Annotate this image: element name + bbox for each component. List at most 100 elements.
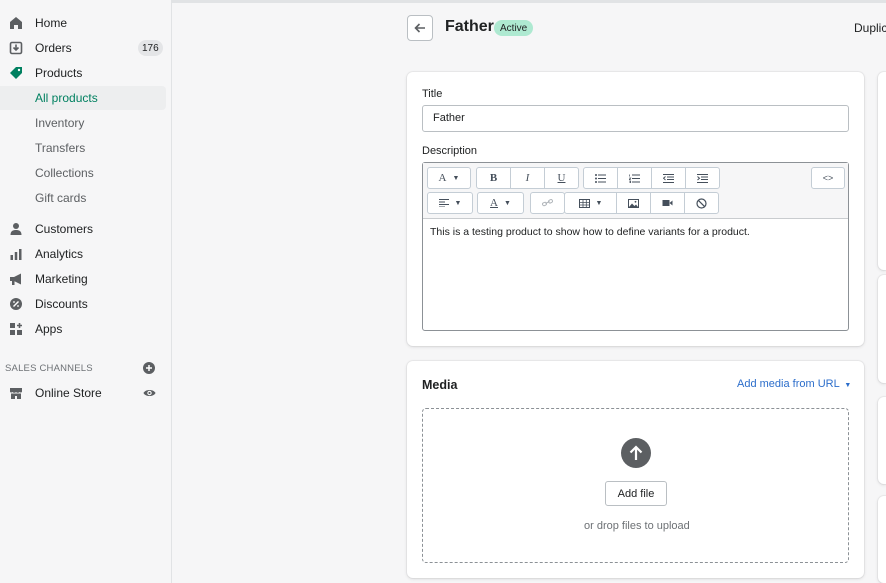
outdent-icon [663,173,674,183]
status-badge: Active [494,20,534,36]
bullet-list-button[interactable] [584,168,618,188]
description-editor[interactable]: A ▼ B I U <> ▼ A ▼ ▼ This is a testing p… [422,162,849,331]
nav-inventory[interactable]: Inventory [0,111,166,135]
add-sales-channel-icon[interactable] [143,362,155,374]
insert-video-button[interactable] [651,193,685,213]
italic-button[interactable]: I [511,168,545,188]
description-text: This is a testing product to show how to… [430,226,750,238]
clear-formatting-icon [696,197,707,209]
side-card-organization [878,496,886,583]
nav-customers[interactable]: Customers [0,217,166,241]
add-media-from-url-button[interactable]: Add media from URL ▼ [737,378,851,390]
insert-group: ▼ [564,192,719,214]
person-icon [8,221,24,237]
orders-count-badge: 176 [138,40,163,56]
nav-collections[interactable]: Collections [0,161,166,185]
list-group [583,167,720,189]
sidebar: Home Orders 176 Products All products In… [0,0,172,583]
nav-orders-label: Orders [35,41,72,55]
nav-analytics[interactable]: Analytics [0,242,166,266]
underline-button[interactable]: U [545,168,578,188]
nav-marketing-label: Marketing [35,272,88,286]
nav-gift-cards[interactable]: Gift cards [0,186,166,210]
nav-analytics-label: Analytics [35,247,84,261]
view-store-eye-icon[interactable] [143,387,156,399]
nav-all-products-label: All products [35,91,98,105]
nav-discounts-label: Discounts [35,297,88,311]
duplicate-button[interactable]: Duplica [854,21,886,35]
tag-icon [8,65,24,81]
nav-orders[interactable]: Orders 176 [0,36,166,60]
insert-link-button[interactable] [531,193,564,213]
page-title: Father [445,18,494,35]
align-group: ▼ [427,192,473,214]
text-color-label: A [490,197,498,209]
nav-products-label: Products [35,66,83,80]
link-group [530,192,565,214]
sales-channels-heading: SALES CHANNELS [5,363,93,374]
arrow-left-icon [414,22,426,34]
nav-apps-label: Apps [35,322,63,336]
indent-icon [697,173,708,183]
nav-products[interactable]: Products [0,61,166,85]
back-button[interactable] [407,15,433,41]
nav-online-store[interactable]: Online Store [0,381,166,405]
outdent-button[interactable] [652,168,686,188]
bold-button[interactable]: B [477,168,511,188]
nav-inventory-label: Inventory [35,116,85,130]
caret-down-icon: ▼ [452,174,460,182]
bar-chart-icon [8,246,24,262]
font-label: A [438,172,447,184]
caret-down-icon: ▼ [454,199,462,207]
clear-formatting-button[interactable] [685,193,718,213]
nav-home-label: Home [35,16,68,30]
table-dropdown[interactable]: ▼ [565,193,617,213]
nav-transfers-label: Transfers [35,141,86,155]
table-icon [578,198,590,208]
add-file-button[interactable]: Add file [605,481,667,506]
add-media-from-url-label: Add media from URL [737,378,840,390]
nav-all-products[interactable]: All products [0,86,166,110]
side-card-availability [878,275,886,383]
editor-toolbar: A ▼ B I U <> ▼ A ▼ ▼ [423,163,848,219]
caret-down-icon: ▼ [844,382,852,389]
html-group: <> [811,167,845,189]
home-icon [8,15,24,31]
orders-icon [8,40,24,56]
upload-icon [621,438,651,468]
title-label: Title [422,88,443,100]
html-source-button[interactable]: <> [812,168,844,188]
side-card-insights [878,397,886,484]
image-icon [628,198,639,208]
caret-down-icon: ▼ [595,199,603,207]
format-group: B I U [476,167,579,189]
nav-gift-cards-label: Gift cards [35,191,87,205]
font-group: A ▼ [427,167,471,189]
caret-down-icon: ▼ [504,199,511,207]
numbered-list-button[interactable] [618,168,652,188]
link-icon [542,199,553,207]
indent-button[interactable] [686,168,719,188]
font-dropdown[interactable]: A ▼ [428,168,470,188]
align-left-icon [438,199,449,207]
nav-customers-label: Customers [35,222,94,236]
description-label: Description [422,145,478,157]
media-title: Media [422,378,458,392]
nav-online-store-label: Online Store [35,386,102,400]
nav-transfers[interactable]: Transfers [0,136,166,160]
video-icon [662,200,673,206]
nav-home[interactable]: Home [0,11,166,35]
bullet-list-icon [595,173,606,183]
numbered-list-icon [629,174,640,183]
align-dropdown[interactable]: ▼ [428,193,472,213]
nav-discounts[interactable]: Discounts [0,292,166,316]
nav-collections-label: Collections [35,166,94,180]
nav-apps[interactable]: Apps [0,317,166,341]
nav-marketing[interactable]: Marketing [0,267,166,291]
insert-image-button[interactable] [617,193,651,213]
title-input[interactable]: Father [422,105,849,132]
apps-icon [8,321,24,337]
store-icon [8,385,24,401]
text-color-dropdown[interactable]: A ▼ [478,193,523,213]
drop-files-hint: or drop files to upload [584,520,690,532]
